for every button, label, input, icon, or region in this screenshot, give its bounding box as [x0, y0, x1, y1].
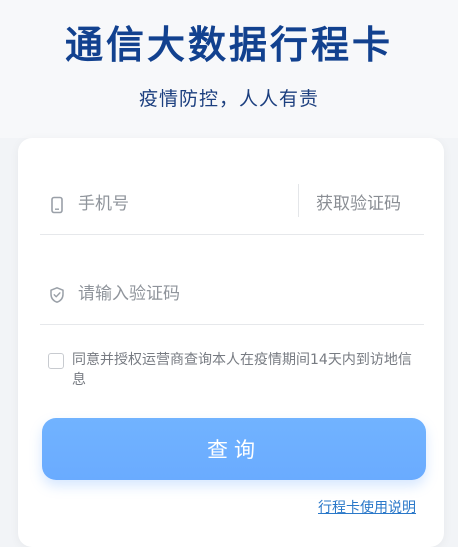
- query-card: 获取验证码 同意并授权运营商查询本人在疫情期间14天内到访地信息 查询 行程卡使…: [18, 138, 444, 547]
- usage-guide-link[interactable]: 行程卡使用说明: [318, 498, 416, 518]
- field-divider: [298, 184, 299, 217]
- agreement-text: 同意并授权运营商查询本人在疫情期间14天内到访地信息: [72, 352, 412, 388]
- phone-icon: [48, 196, 66, 214]
- verification-code-field: [40, 266, 424, 325]
- phone-field: 获取验证码: [40, 176, 424, 235]
- verification-code-input[interactable]: [78, 278, 298, 310]
- page-subtitle: 疫情防控，人人有责: [138, 88, 319, 110]
- query-button[interactable]: 查询: [42, 418, 426, 480]
- phone-input[interactable]: [78, 188, 298, 220]
- page-header: 通信大数据行程卡 疫情防控，人人有责: [0, 0, 458, 138]
- page-title: 通信大数据行程卡: [64, 23, 393, 67]
- agreement-checkbox[interactable]: [48, 353, 64, 369]
- get-code-button[interactable]: 获取验证码: [316, 188, 401, 220]
- shield-icon: [48, 286, 66, 304]
